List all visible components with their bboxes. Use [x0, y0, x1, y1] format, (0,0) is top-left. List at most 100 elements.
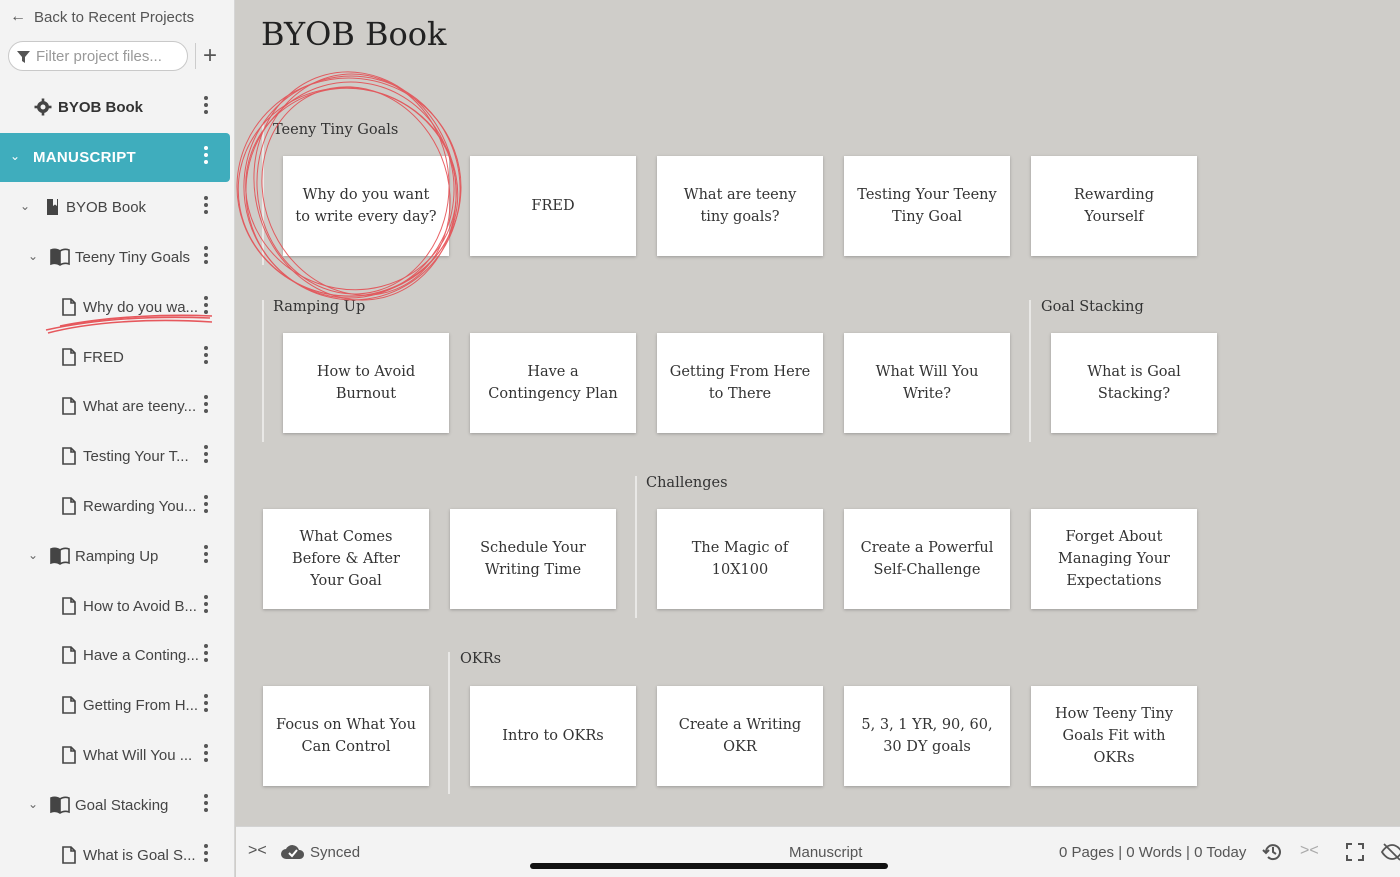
sidebar-item-label: How to Avoid B...: [83, 597, 197, 615]
document-icon: [62, 397, 76, 415]
filter-divider: [195, 43, 196, 69]
item-options-icon[interactable]: [203, 395, 209, 413]
sidebar-item-label: Have a Conting...: [83, 646, 199, 664]
document-icon: [62, 497, 76, 515]
project-name: BYOB Book: [58, 98, 144, 116]
card[interactable]: The Magic of 10X100: [657, 509, 823, 609]
document-icon: [62, 348, 76, 366]
group-label-challenges: Challenges: [646, 475, 728, 491]
card[interactable]: How to Avoid Burnout: [283, 333, 449, 433]
manuscript-label: MANUSCRIPT: [33, 149, 136, 166]
card[interactable]: Intro to OKRs: [470, 686, 636, 786]
document-icon: [62, 298, 76, 316]
item-options-icon[interactable]: [203, 445, 209, 463]
card[interactable]: FRED: [470, 156, 636, 256]
document-icon: [62, 746, 76, 764]
sidebar-item-label: Testing Your T...: [83, 447, 189, 465]
card[interactable]: Forget About Managing Your Expectations: [1031, 509, 1197, 609]
status-bar: >< Synced Manuscript 0 Pages | 0 Words |…: [236, 826, 1400, 877]
sidebar-document[interactable]: What is Goal S...: [0, 835, 230, 875]
item-options-icon[interactable]: [203, 495, 209, 513]
item-options-icon[interactable]: [203, 595, 209, 613]
word-count-stats[interactable]: 0 Pages | 0 Words | 0 Today: [1059, 844, 1246, 861]
document-icon: [62, 447, 76, 465]
document-icon: [62, 597, 76, 615]
project-options-icon[interactable]: [203, 96, 209, 114]
card[interactable]: Create a Powerful Self-Challenge: [844, 509, 1010, 609]
card[interactable]: Have a Contingency Plan: [470, 333, 636, 433]
card[interactable]: Rewarding Yourself: [1031, 156, 1197, 256]
book-label: BYOB Book: [66, 198, 147, 216]
sidebar-item-label: Teeny Tiny Goals: [75, 248, 191, 266]
item-options-icon[interactable]: [203, 644, 209, 662]
card[interactable]: Schedule Your Writing Time: [450, 509, 616, 609]
filter-box: [8, 41, 188, 71]
sidebar-document[interactable]: How to Avoid B...: [0, 586, 230, 626]
sidebar-folder[interactable]: ⌄ Ramping Up: [0, 536, 230, 576]
expand-panel-icon[interactable]: ><: [1300, 842, 1319, 860]
card[interactable]: What is Goal Stacking?: [1051, 333, 1217, 433]
card[interactable]: What are teeny tiny goals?: [657, 156, 823, 256]
card[interactable]: How Teeny Tiny Goals Fit with OKRs: [1031, 686, 1197, 786]
manuscript-options-icon[interactable]: [203, 146, 209, 164]
history-icon[interactable]: [1262, 841, 1284, 863]
item-options-icon[interactable]: [203, 346, 209, 364]
group-divider: [262, 300, 264, 442]
chevron-down-icon: ⌄: [28, 797, 39, 811]
sidebar-document[interactable]: Rewarding You...: [0, 486, 230, 526]
group-divider: [262, 123, 264, 265]
chevron-down-icon: ⌄: [28, 548, 39, 562]
home-indicator: [530, 863, 888, 869]
sidebar-document[interactable]: What are teeny...: [0, 386, 230, 426]
sidebar-document[interactable]: Have a Conting...: [0, 635, 230, 675]
group-divider: [1029, 300, 1031, 442]
back-to-recent-projects-link[interactable]: ← Back to Recent Projects: [10, 8, 194, 26]
page-title: BYOB Book: [261, 15, 447, 53]
sidebar-folder[interactable]: ⌄ Teeny Tiny Goals: [0, 237, 230, 277]
item-options-icon[interactable]: [203, 794, 209, 812]
item-options-icon[interactable]: [203, 694, 209, 712]
card[interactable]: 5, 3, 1 YR, 90, 60, 30 DY goals: [844, 686, 1010, 786]
book-options-icon[interactable]: [203, 196, 209, 214]
sidebar-item-label: Rewarding You...: [83, 497, 197, 515]
card[interactable]: Why do you want to write every day?: [283, 156, 449, 256]
project-row[interactable]: BYOB Book: [0, 87, 230, 127]
item-options-icon[interactable]: [203, 844, 209, 862]
open-book-icon: [50, 796, 70, 814]
group-label-okrs: OKRs: [460, 651, 502, 667]
sidebar-document[interactable]: What Will You ...: [0, 735, 230, 775]
card[interactable]: Focus on What You Can Control: [263, 686, 429, 786]
group-label-teeny-tiny-goals: Teeny Tiny Goals: [273, 122, 399, 138]
sidebar-document[interactable]: Getting From H...: [0, 685, 230, 725]
item-options-icon[interactable]: [203, 296, 209, 314]
book-icon: [47, 199, 58, 215]
document-icon: [62, 696, 76, 714]
fullscreen-icon[interactable]: [1346, 843, 1364, 861]
sidebar-document[interactable]: Why do you wa...: [0, 287, 230, 327]
sidebar-item-label: What is Goal S...: [83, 846, 196, 864]
corkboard-canvas: BYOB Book Teeny Tiny Goals Ramping Up Go…: [236, 0, 1400, 826]
eye-off-icon[interactable]: [1381, 842, 1400, 862]
manuscript-section[interactable]: ⌄ MANUSCRIPT: [0, 133, 230, 182]
sidebar-document[interactable]: Testing Your T...: [0, 436, 230, 476]
item-options-icon[interactable]: [203, 744, 209, 762]
sidebar-item-label: Why do you wa...: [83, 298, 199, 316]
collapse-sidebar-icon[interactable]: ><: [248, 842, 267, 860]
sidebar-item-book[interactable]: ⌄ BYOB Book: [0, 187, 230, 227]
chevron-down-icon: ⌄: [28, 249, 39, 263]
sync-status: Synced: [310, 844, 361, 861]
card[interactable]: Testing Your Teeny Tiny Goal: [844, 156, 1010, 256]
add-file-button[interactable]: +: [203, 42, 217, 70]
card[interactable]: Getting From Here to There: [657, 333, 823, 433]
card[interactable]: Create a Writing OKR: [657, 686, 823, 786]
card[interactable]: What Comes Before & After Your Goal: [263, 509, 429, 609]
filter-input[interactable]: [36, 47, 176, 65]
card[interactable]: What Will You Write?: [844, 333, 1010, 433]
gear-icon: [34, 98, 52, 116]
cloud-check-icon: [281, 845, 305, 859]
sidebar-folder[interactable]: ⌄ Goal Stacking: [0, 785, 230, 825]
item-options-icon[interactable]: [203, 545, 209, 563]
item-options-icon[interactable]: [203, 246, 209, 264]
sidebar-document[interactable]: FRED: [0, 337, 230, 377]
group-divider: [448, 652, 450, 794]
